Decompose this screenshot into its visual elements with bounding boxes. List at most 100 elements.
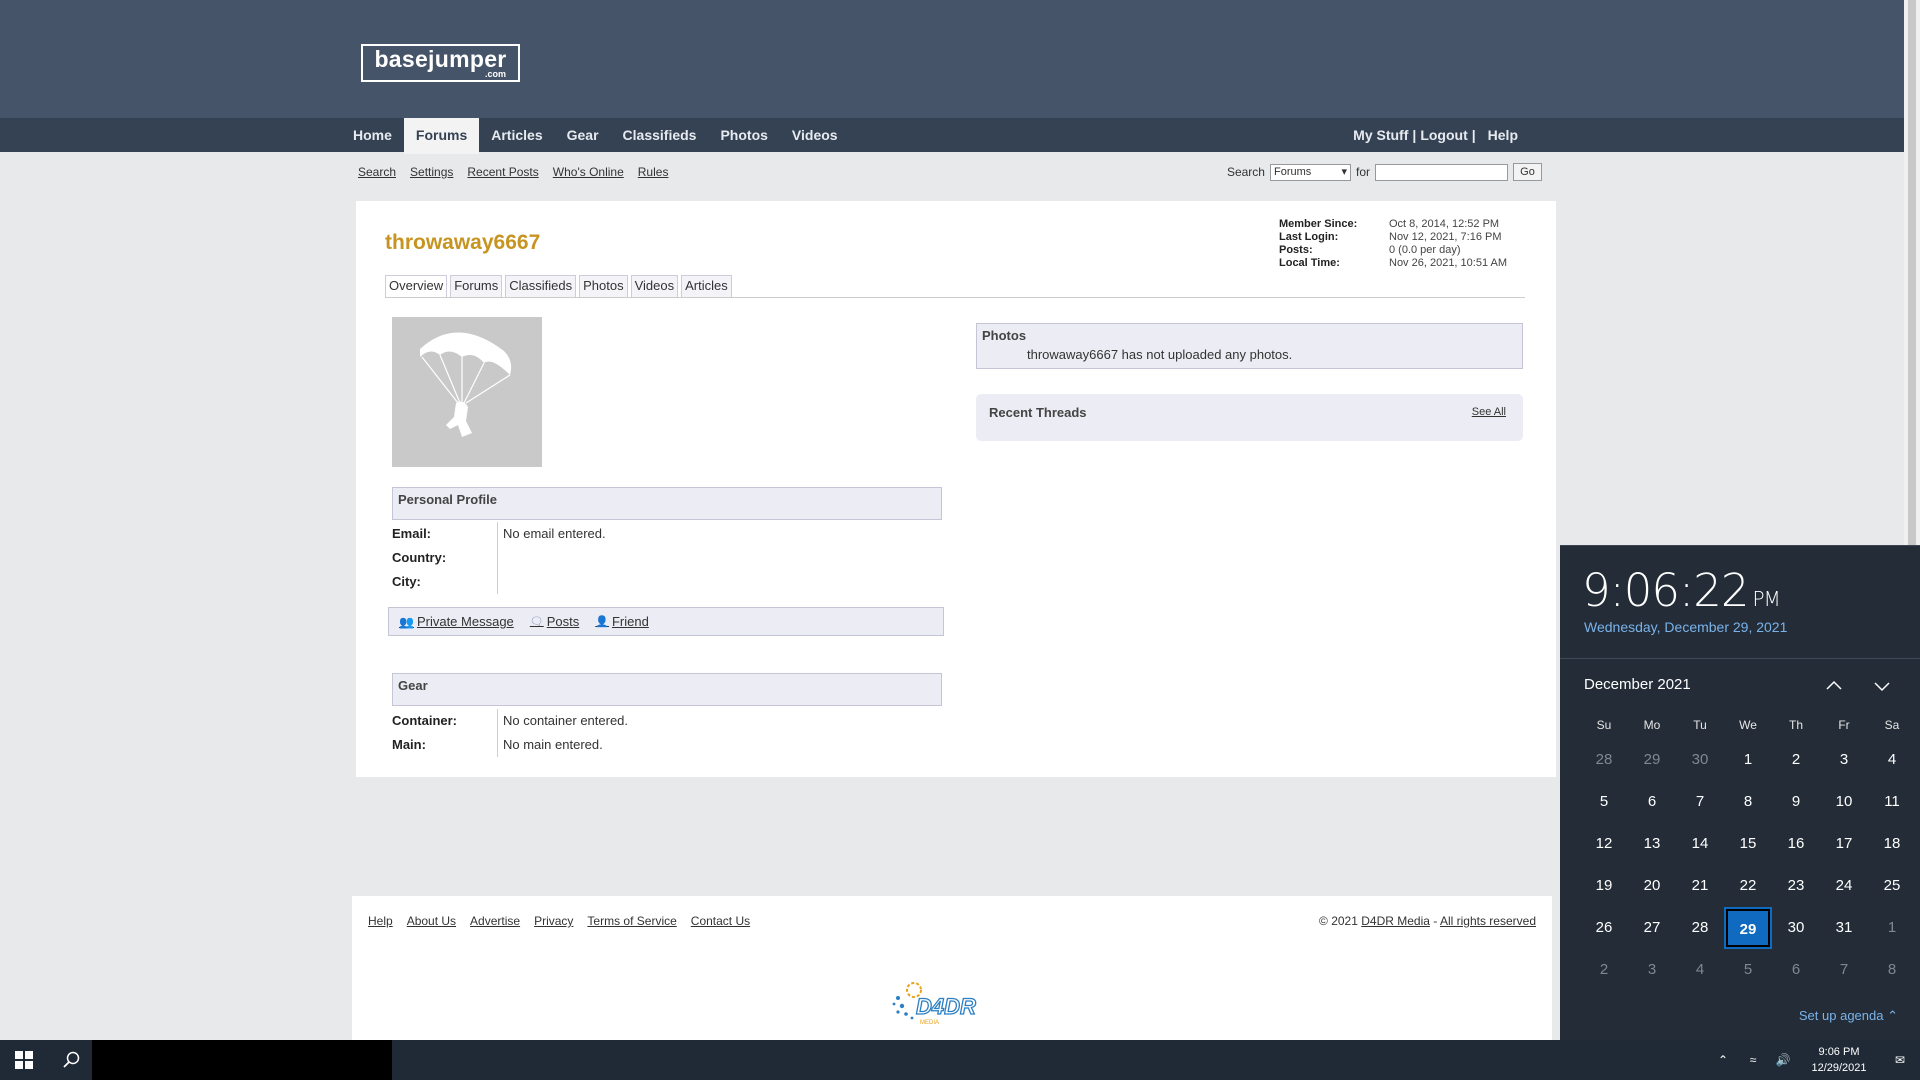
calendar-day[interactable]: 18 — [1868, 823, 1916, 865]
calendar-day[interactable]: 5 — [1724, 949, 1772, 991]
calendar-day[interactable]: 5 — [1580, 781, 1628, 823]
calendar-day[interactable]: 28 — [1676, 907, 1724, 949]
previous-month-button[interactable] — [1822, 674, 1846, 698]
subnav-link[interactable]: Who's Online — [553, 165, 624, 179]
calendar-day[interactable]: 29 — [1628, 739, 1676, 781]
calendar-day[interactable]: 20 — [1628, 865, 1676, 907]
footer-link[interactable]: Terms of Service — [587, 914, 676, 928]
calendar-day[interactable]: 4 — [1676, 949, 1724, 991]
calendar-day[interactable]: 21 — [1676, 865, 1724, 907]
clock-calendar-flyout: 9:06:22 PM Wednesday, December 29, 2021 D… — [1560, 545, 1920, 1040]
posts-link[interactable]: 🗨 Posts — [530, 614, 579, 629]
subnav-link[interactable]: Settings — [410, 165, 453, 179]
calendar-day[interactable]: 22 — [1724, 865, 1772, 907]
nav-item-forums[interactable]: Forums — [403, 118, 480, 154]
footer-link[interactable]: Privacy — [534, 914, 573, 928]
calendar-day[interactable]: 11 — [1868, 781, 1916, 823]
d4dr-logo[interactable]: D4DR MEDIA — [890, 976, 1008, 1026]
start-button[interactable] — [0, 1040, 48, 1080]
calendar-day[interactable]: 8 — [1724, 781, 1772, 823]
calendar-day[interactable]: 9 — [1772, 781, 1820, 823]
rights-link[interactable]: All rights reserved — [1440, 914, 1536, 928]
calendar-day[interactable]: 27 — [1628, 907, 1676, 949]
wifi-icon[interactable]: ≈ — [1738, 1053, 1768, 1067]
calendar-day[interactable]: 28 — [1580, 739, 1628, 781]
calendar-day[interactable]: 4 — [1868, 739, 1916, 781]
setup-agenda-button[interactable]: Set up agenda ⌃ — [1799, 1008, 1898, 1024]
footer-link[interactable]: Advertise — [470, 914, 520, 928]
calendar-day[interactable]: 1 — [1868, 907, 1916, 949]
calendar-day[interactable]: 12 — [1580, 823, 1628, 865]
nav-logout[interactable]: Logout — [1420, 127, 1467, 143]
chevron-up-icon: ⌃ — [1887, 1008, 1898, 1023]
subnav-link[interactable]: Search — [358, 165, 396, 179]
footer-link[interactable]: Help — [368, 914, 393, 928]
private-message-link[interactable]: 👥 Private Message — [399, 614, 514, 629]
calendar-day[interactable]: 16 — [1772, 823, 1820, 865]
tab-videos[interactable]: Videos — [630, 275, 679, 297]
scrollbar-thumb[interactable] — [1908, 0, 1916, 545]
calendar-day[interactable]: 25 — [1868, 865, 1916, 907]
calendar-day[interactable]: 23 — [1772, 865, 1820, 907]
calendar-day[interactable]: 2 — [1580, 949, 1628, 991]
taskbar-clock[interactable]: 9:06 PM 12/29/2021 — [1798, 1044, 1880, 1076]
subnav-link[interactable]: Rules — [638, 165, 669, 179]
gear-field-label: Main: — [392, 733, 498, 757]
member-info-row: Posts: 0 (0.0 per day) — [1279, 244, 1507, 257]
company-link[interactable]: D4DR Media — [1361, 914, 1430, 928]
calendar-day[interactable]: 6 — [1772, 949, 1820, 991]
tab-photos[interactable]: Photos — [579, 275, 628, 297]
tab-overview[interactable]: Overview — [385, 275, 448, 297]
calendar-day[interactable]: 8 — [1868, 949, 1916, 991]
calendar-day[interactable]: 15 — [1724, 823, 1772, 865]
nav-my-stuff[interactable]: My Stuff — [1353, 127, 1408, 143]
chevron-up-icon[interactable]: ⌃ — [1708, 1053, 1738, 1067]
calendar-day[interactable]: 17 — [1820, 823, 1868, 865]
search-go-button[interactable]: Go — [1513, 163, 1542, 181]
calendar-day[interactable]: 10 — [1820, 781, 1868, 823]
calendar-day[interactable]: 3 — [1820, 739, 1868, 781]
taskbar-search-button[interactable] — [48, 1040, 96, 1080]
calendar-day[interactable]: 13 — [1628, 823, 1676, 865]
nav-item-articles[interactable]: Articles — [479, 118, 554, 152]
page-scrollbar[interactable] — [1904, 0, 1920, 545]
flyout-date-link[interactable]: Wednesday, December 29, 2021 — [1584, 619, 1787, 635]
calendar-day-today[interactable]: 29 — [1724, 907, 1772, 949]
calendar-day[interactable]: 26 — [1580, 907, 1628, 949]
tab-classifieds[interactable]: Classifieds — [505, 275, 577, 297]
nav-item-gear[interactable]: Gear — [555, 118, 611, 152]
search-scope-select[interactable]: Forums — [1269, 163, 1351, 181]
nav-item-classifieds[interactable]: Classifieds — [611, 118, 709, 152]
nav-item-home[interactable]: Home — [341, 118, 404, 152]
calendar-day[interactable]: 7 — [1820, 949, 1868, 991]
nav-item-videos[interactable]: Videos — [780, 118, 850, 152]
nav-help[interactable]: Help — [1488, 127, 1518, 143]
calendar-day[interactable]: 24 — [1820, 865, 1868, 907]
tab-forums[interactable]: Forums — [450, 275, 503, 297]
tab-articles[interactable]: Articles — [681, 275, 732, 297]
see-all-link[interactable]: See All — [1472, 406, 1506, 418]
calendar-day[interactable]: 14 — [1676, 823, 1724, 865]
member-info: Member Since: Oct 8, 2014, 12:52 PM Last L… — [1279, 218, 1507, 270]
calendar-day[interactable]: 31 — [1820, 907, 1868, 949]
calendar-day[interactable]: 30 — [1676, 739, 1724, 781]
nav-item-photos[interactable]: Photos — [708, 118, 779, 152]
footer-link[interactable]: About Us — [407, 914, 456, 928]
calendar-day[interactable]: 7 — [1676, 781, 1724, 823]
calendar-day[interactable]: 19 — [1580, 865, 1628, 907]
site-logo[interactable]: basejumper .com — [361, 44, 520, 82]
calendar-day[interactable]: 2 — [1772, 739, 1820, 781]
next-month-button[interactable] — [1870, 674, 1894, 698]
calendar-day[interactable]: 6 — [1628, 781, 1676, 823]
subnav-link[interactable]: Recent Posts — [467, 165, 538, 179]
volume-icon[interactable]: 🔊 — [1768, 1053, 1798, 1067]
footer-link[interactable]: Contact Us — [691, 914, 750, 928]
notifications-icon[interactable]: ✉ — [1880, 1053, 1920, 1067]
search-input[interactable] — [1375, 163, 1508, 181]
friend-link[interactable]: 👤 Friend — [595, 614, 649, 629]
month-label[interactable]: December 2021 — [1584, 676, 1691, 693]
calendar-day[interactable]: 30 — [1772, 907, 1820, 949]
calendar-day[interactable]: 1 — [1724, 739, 1772, 781]
forum-search: Search Forums for Go — [1227, 163, 1542, 181]
calendar-day[interactable]: 3 — [1628, 949, 1676, 991]
